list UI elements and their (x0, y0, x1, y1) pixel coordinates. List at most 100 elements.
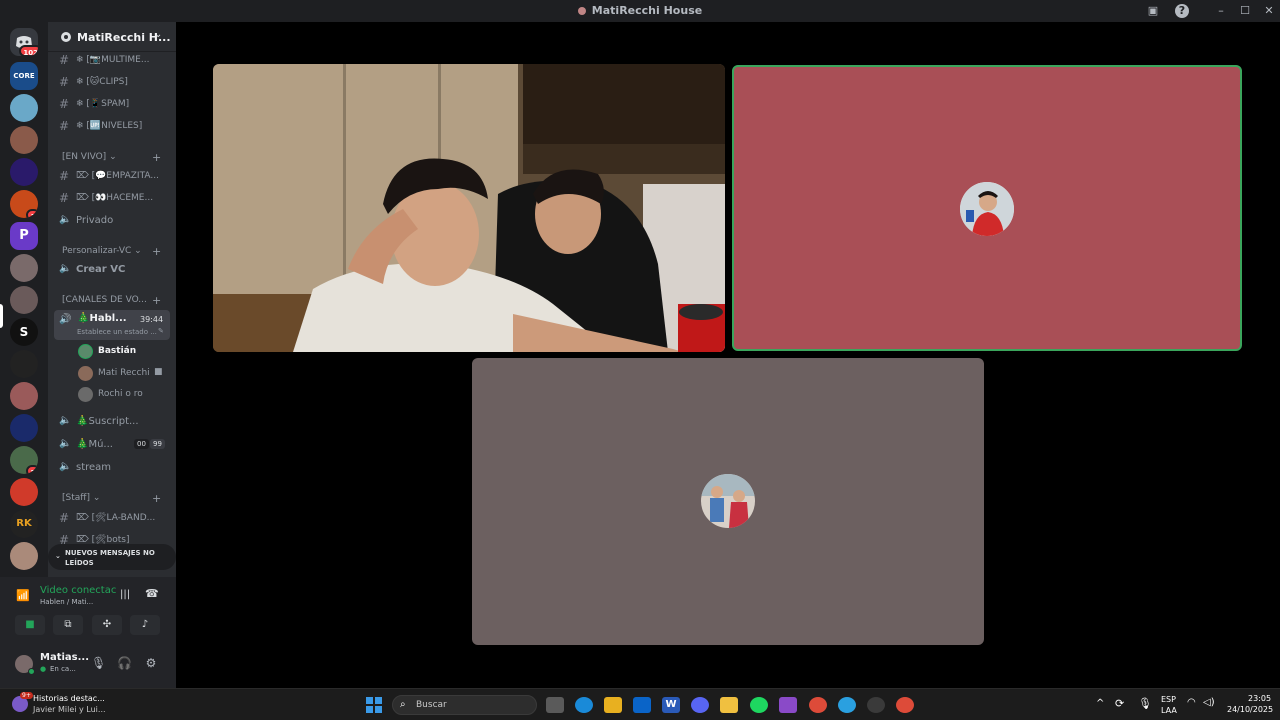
windows-start-icon[interactable] (366, 697, 382, 713)
voice-user[interactable]: Mati Recchi ■ (78, 364, 168, 384)
server-icon[interactable] (10, 414, 38, 442)
channel-item[interactable]: # ❄ [🆙NIVELES] (54, 116, 172, 136)
server-icon[interactable]: 1 (10, 190, 38, 218)
server-icon[interactable]: S (10, 318, 38, 346)
activities-button[interactable]: ✣ (92, 615, 122, 635)
obs-icon[interactable] (867, 697, 885, 713)
language-code[interactable]: ESP (1161, 695, 1176, 704)
server-icon[interactable]: 2 (10, 446, 38, 474)
video-tile-rochi[interactable] (472, 358, 984, 645)
app-icon[interactable] (779, 697, 797, 713)
news-subtitle[interactable]: Javier Milei y Lui... (33, 705, 106, 714)
add-channel-icon[interactable]: + (152, 245, 161, 258)
camera-button[interactable]: ■ (15, 615, 45, 635)
spotify-icon[interactable] (750, 697, 768, 713)
gear-icon[interactable]: ⚙ (144, 656, 158, 670)
speaker-icon: 🔈 (59, 214, 72, 225)
screen-share-button[interactable]: ⧉ (53, 615, 83, 635)
server-icon[interactable] (10, 254, 38, 282)
chrome-icon[interactable] (809, 697, 827, 713)
discord-taskbar-icon[interactable] (691, 697, 709, 713)
widgets-icon[interactable]: 9+ (12, 692, 33, 712)
unread-label: NUEVOS MENSAJES NO LEÍDOS (65, 549, 155, 567)
add-channel-icon[interactable]: + (152, 294, 161, 307)
noise-suppression-icon[interactable]: ||| (120, 589, 130, 600)
volume-icon[interactable]: ◁) (1203, 697, 1215, 708)
server-icon[interactable]: RK (10, 510, 38, 538)
server-icon[interactable] (10, 158, 38, 186)
server-icon[interactable] (10, 350, 38, 378)
voice-status: Video conectac (40, 585, 117, 596)
inbox-icon[interactable]: ▣ (1145, 3, 1161, 19)
keyboard-layout[interactable]: LAA (1161, 706, 1177, 715)
voice-channel[interactable]: 🔈 🎄Mú... 00 99 (54, 435, 172, 455)
microphone-icon[interactable]: 🎙 (1138, 697, 1152, 710)
home-button[interactable]: 102 (10, 28, 38, 56)
server-icon[interactable]: P (10, 222, 38, 250)
server-icon[interactable] (10, 478, 38, 506)
channel-item[interactable]: # ❄ [🐱CLIPS] (54, 72, 172, 92)
channel-label: ⌦ [👀HACEME... (76, 193, 154, 203)
server-boost-icon (61, 32, 71, 42)
category-label: [EN VIVO] (62, 152, 107, 162)
channel-item[interactable]: # ⌦ [🛠LA-BAND... (54, 508, 172, 528)
voice-channel-name[interactable]: Hablen / Mati... (40, 598, 93, 606)
headphones-icon[interactable]: 🎧 (117, 656, 132, 670)
microphone-icon[interactable]: 🎙 (91, 656, 106, 670)
speaker-icon: 🔈 (59, 263, 72, 274)
unread-messages-pill[interactable]: ⌄ NUEVOS MENSAJES NO LEÍDOS (48, 544, 176, 570)
voice-channel[interactable]: 🔈 🎄Suscript... (54, 412, 172, 432)
video-feed (213, 64, 725, 352)
edit-icon[interactable]: ✎ (158, 327, 164, 335)
disconnect-icon[interactable]: ☎ (145, 587, 159, 600)
video-tile-mati[interactable] (213, 64, 725, 352)
chevron-up-icon[interactable]: ^ (1096, 698, 1104, 709)
wifi-icon[interactable]: ◠ (1187, 697, 1196, 708)
clock-date[interactable]: 24/10/2025 (1227, 705, 1273, 714)
guild-header[interactable]: MatiRecchi H... ⌄ (48, 22, 176, 52)
category-personalizar[interactable]: Personalizar-VC ⌄ + (62, 245, 161, 258)
category-envivo[interactable]: [EN VIVO] ⌄ + (62, 151, 161, 164)
sync-icon[interactable]: ⟳ (1115, 697, 1124, 710)
edge-icon[interactable] (575, 697, 593, 713)
avatar[interactable] (15, 655, 35, 675)
store-icon[interactable] (604, 697, 622, 713)
channel-item[interactable]: # ❄ [📷MULTIME... (54, 50, 172, 70)
channel-label: stream (76, 462, 112, 473)
telegram-icon[interactable] (838, 697, 856, 713)
minimize-icon[interactable]: – (1213, 3, 1229, 19)
avatar (701, 474, 755, 528)
active-voice-channel[interactable]: 🔊 🎄Habl... 39:44 Establece un estado ...… (54, 310, 170, 340)
soundboard-button[interactable]: ♪ (130, 615, 160, 635)
clock-time[interactable]: 23:05 (1248, 694, 1271, 703)
channel-label: Crear VC (76, 264, 126, 275)
word-icon[interactable]: W (662, 697, 680, 713)
signal-icon: 📶 (16, 589, 30, 602)
category-canales[interactable]: [CANALES DE VO... + (62, 294, 161, 307)
server-icon[interactable] (10, 382, 38, 410)
search-input[interactable]: ⌕ Buscar (392, 695, 537, 715)
channel-item[interactable]: # ⌦ [💬EMPAZITA... (54, 166, 172, 186)
outlook-icon[interactable] (633, 697, 651, 713)
task-view-icon[interactable] (546, 697, 564, 713)
voice-channel-crear[interactable]: 🔈 Crear VC (54, 260, 172, 280)
category-staff[interactable]: [Staff] ⌄ + (62, 492, 161, 505)
news-title[interactable]: Historias destac... (33, 694, 105, 703)
channel-item[interactable]: # ⌦ [👀HACEME... (54, 188, 172, 208)
voice-channel-privado[interactable]: 🔈 Privado (54, 211, 172, 231)
close-icon[interactable]: ✕ (1261, 3, 1277, 19)
chrome-icon[interactable] (896, 697, 914, 713)
server-icon[interactable] (10, 94, 38, 122)
help-icon[interactable]: ? (1175, 4, 1189, 18)
file-explorer-icon[interactable] (720, 697, 738, 713)
voice-channel-stream[interactable]: 🔈 stream (54, 458, 172, 478)
video-tile-bastian[interactable] (732, 65, 1242, 351)
server-icon[interactable] (10, 542, 38, 570)
add-channel-icon[interactable]: + (152, 492, 161, 505)
server-icon-core[interactable]: CORE (10, 62, 38, 90)
channel-item[interactable]: # ❄ [📱SPAM] (54, 94, 172, 114)
server-icon[interactable] (10, 286, 38, 314)
add-channel-icon[interactable]: + (152, 151, 161, 164)
server-icon[interactable] (10, 126, 38, 154)
maximize-icon[interactable]: ☐ (1237, 3, 1253, 19)
